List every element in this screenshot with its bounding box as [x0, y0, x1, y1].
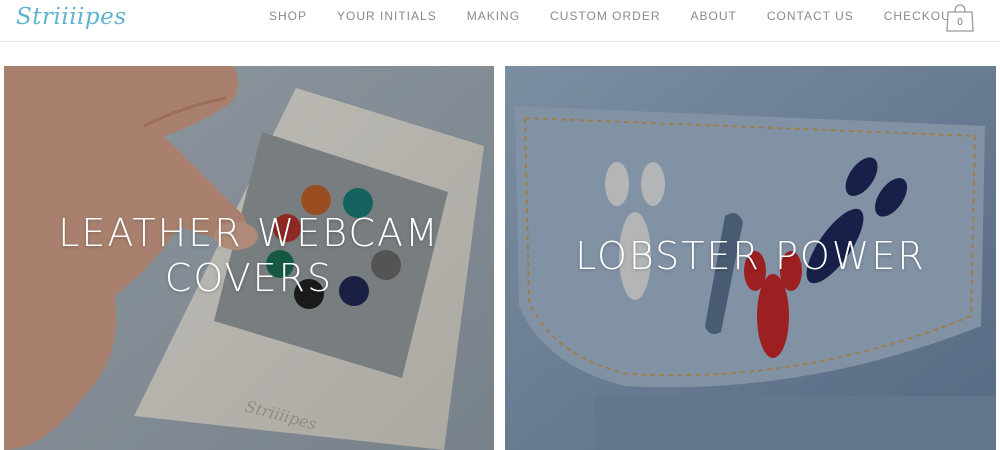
nav-making[interactable]: MAKING	[467, 9, 520, 23]
tile-title-webcam-covers[interactable]: LEATHER WEBCAM COVERS	[4, 211, 494, 301]
nav-custom-order[interactable]: CUSTOM ORDER	[550, 9, 660, 23]
nav-shop[interactable]: SHOP	[269, 9, 307, 23]
cart-count: 0	[957, 17, 963, 28]
tile-webcam-covers[interactable]: Striiiipes LEATHER WEBCAM COVERS	[4, 66, 494, 450]
nav-about[interactable]: ABOUT	[691, 9, 737, 23]
site-logo[interactable]: Striiiipes	[16, 0, 127, 34]
tile-lobster-power[interactable]: LOBSTER POWER	[505, 66, 996, 450]
cart-button[interactable]: 0	[944, 2, 976, 32]
site-header: Striiiipes SHOP YOUR INITIALS MAKING CUS…	[0, 0, 1000, 42]
nav-contact-us[interactable]: CONTACT US	[767, 9, 854, 23]
nav-your-initials[interactable]: YOUR INITIALS	[337, 9, 437, 23]
main-nav: SHOP YOUR INITIALS MAKING CUSTOM ORDER A…	[269, 0, 959, 32]
tile-title-lobster-power[interactable]: LOBSTER POWER	[505, 234, 996, 279]
shopping-bag-icon: 0	[946, 4, 974, 32]
